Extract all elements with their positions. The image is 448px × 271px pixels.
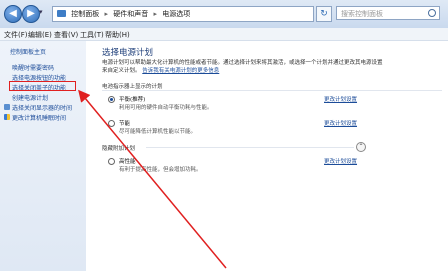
- section-label-hidden-plans: 隐藏附加计划: [102, 146, 136, 152]
- power-plan-info-link[interactable]: 告诉我有关电源计划的更多信息: [142, 68, 219, 74]
- menu-bar: 文件(F) 编辑(E) 查看(V) 工具(T) 帮助(H): [0, 28, 448, 41]
- highlight-box: [9, 81, 76, 91]
- plan-desc-balanced: 利用可用的硬件自动平衡功耗与性能。: [119, 105, 213, 111]
- forward-button[interactable]: ▶: [22, 5, 40, 23]
- menu-edit[interactable]: 编辑(E): [28, 30, 52, 40]
- menu-view[interactable]: 查看(V): [54, 30, 78, 40]
- description-line1: 电源计划可以帮助最大化计算机的性能或者节能。通过选择计划来将其激活，或选择一个计…: [102, 60, 383, 66]
- menu-tools[interactable]: 工具(T): [80, 30, 104, 40]
- sidebar-item-sleep-time[interactable]: 更改计算机睡眠时间: [12, 113, 66, 122]
- address-bar: ◀ ▶ ▾ 控制面板 ▸ 硬件和声音 ▸ 电源选项 ↻ 搜索控制面板: [0, 0, 448, 29]
- sidebar-item-create-plan[interactable]: 创建电源计划: [12, 93, 48, 102]
- folder-icon: [57, 10, 66, 17]
- plan-radio-balanced[interactable]: [108, 96, 115, 103]
- refresh-button[interactable]: ↻: [316, 6, 332, 22]
- menu-file[interactable]: 文件(F): [4, 30, 28, 40]
- breadcrumb-item-hardware-sound[interactable]: 硬件和声音: [113, 10, 148, 18]
- change-plan-settings-link[interactable]: 更改计划设置: [324, 95, 357, 103]
- back-button[interactable]: ◀: [4, 5, 22, 23]
- search-input[interactable]: 搜索控制面板: [336, 6, 440, 20]
- page-description: 电源计划可以帮助最大化计算机的性能或者节能。通过选择计划来将其激活，或选择一个计…: [102, 59, 432, 75]
- search-placeholder: 搜索控制面板: [341, 10, 383, 18]
- sidebar-home-link[interactable]: 控制面板主页: [10, 47, 46, 56]
- plan-desc-high-performance: 有利于提高性能，但会增加功耗。: [119, 167, 202, 173]
- plan-radio-power-saver[interactable]: [108, 120, 115, 127]
- divider: [146, 147, 354, 148]
- change-plan-settings-link[interactable]: 更改计划设置: [324, 157, 357, 165]
- sidebar: 控制面板主页 唤醒时需要密码 选择电源按钮的功能 选择关闭盖子的功能 创建电源计…: [0, 41, 86, 271]
- divider: [102, 90, 442, 91]
- monitor-icon: [4, 104, 10, 110]
- breadcrumb[interactable]: 控制面板 ▸ 硬件和声音 ▸ 电源选项: [52, 6, 314, 22]
- menu-help[interactable]: 帮助(H): [105, 30, 130, 40]
- sidebar-item-display-off[interactable]: 选择关闭显示器的时间: [12, 103, 72, 112]
- page-title: 选择电源计划: [102, 48, 154, 58]
- recent-pages-chevron-icon[interactable]: ▾: [39, 8, 43, 16]
- search-icon[interactable]: [428, 9, 436, 17]
- change-plan-settings-link[interactable]: 更改计划设置: [324, 119, 357, 127]
- breadcrumb-item-power-options[interactable]: 电源选项: [162, 10, 190, 18]
- plan-name-balanced: 平衡(推荐): [119, 97, 146, 103]
- plan-desc-power-saver: 尽可能降低计算机性能以节能。: [119, 129, 197, 135]
- main-content: 选择电源计划 电源计划可以帮助最大化计算机的性能或者节能。通过选择计划来将其激活…: [86, 41, 448, 271]
- plan-radio-high-performance[interactable]: [108, 158, 115, 165]
- breadcrumb-separator-icon[interactable]: ▸: [153, 10, 157, 18]
- plan-name-high-performance: 高性能: [119, 159, 136, 165]
- plan-name-power-saver: 节能: [119, 121, 131, 127]
- section-label-battery-meter: 电池指示器上显示的计划: [102, 84, 163, 90]
- description-line2: 来自定义计划。: [102, 68, 141, 74]
- shield-icon: [4, 114, 10, 120]
- sidebar-item-wake-password[interactable]: 唤醒时需要密码: [12, 63, 54, 72]
- collapse-chevron-icon[interactable]: ⌃: [356, 142, 366, 152]
- breadcrumb-item-control-panel[interactable]: 控制面板: [71, 10, 99, 18]
- breadcrumb-separator-icon[interactable]: ▸: [104, 10, 108, 18]
